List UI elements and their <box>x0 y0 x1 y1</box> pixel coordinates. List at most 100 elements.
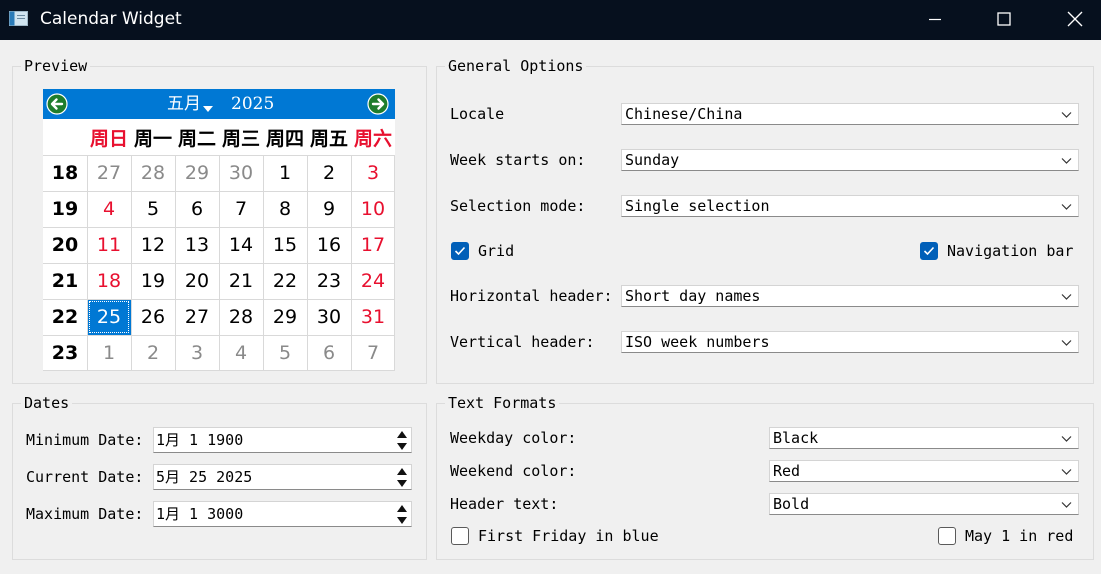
week-start-label: Week starts on: <box>450 151 586 169</box>
arrow-up-icon <box>397 468 407 475</box>
day-cell[interactable]: 29 <box>263 299 307 335</box>
grid-checkbox[interactable] <box>451 242 469 260</box>
header-text-combobox[interactable]: Bold <box>769 493 1079 515</box>
day-cell[interactable]: 8 <box>263 191 307 227</box>
day-header-cell: 周五 <box>309 127 348 150</box>
may-first-red-checkbox[interactable] <box>938 527 956 545</box>
grid-line <box>43 263 395 264</box>
day-cell[interactable]: 27 <box>87 155 131 191</box>
current-date-edit[interactable]: 5月 25 2025 <box>153 464 412 490</box>
checkmark-icon <box>923 246 935 256</box>
day-cell[interactable]: 11 <box>87 227 131 263</box>
calendar-widget[interactable]: 五月 2025 周日 周一 周二 周三 周四 周五 周六 18 27 28 29 30 1 2 3 19 4 5 6… <box>43 89 395 371</box>
day-cell[interactable]: 14 <box>219 227 263 263</box>
day-cell[interactable]: 30 <box>307 299 351 335</box>
weekend-color-combobox[interactable]: Red <box>769 460 1079 482</box>
day-cell[interactable]: 23 <box>307 263 351 299</box>
vertical-header-combobox[interactable]: ISO week numbers <box>621 331 1079 353</box>
grid-line <box>43 191 395 192</box>
week-start-combobox[interactable]: Sunday <box>621 149 1079 171</box>
first-friday-blue-label[interactable]: First Friday in blue <box>478 526 659 546</box>
selected-day-cell[interactable]: 25 <box>87 299 131 335</box>
header-text-value: Bold <box>773 495 810 513</box>
arrow-down-icon <box>397 480 407 487</box>
minimum-date-up-button[interactable] <box>394 429 410 440</box>
day-cell[interactable]: 20 <box>175 263 219 299</box>
day-header-cell: 周六 <box>353 127 392 150</box>
calendar-month-button[interactable]: 五月 <box>167 89 201 119</box>
day-cell[interactable]: 31 <box>351 299 395 335</box>
close-icon <box>1067 11 1083 27</box>
day-cell[interactable]: 30 <box>219 155 263 191</box>
minimize-button[interactable] <box>912 0 958 38</box>
minimum-date-down-button[interactable] <box>394 441 410 452</box>
arrow-right-icon[interactable] <box>367 93 389 115</box>
day-cell[interactable]: 6 <box>307 335 351 371</box>
selection-mode-combobox[interactable]: Single selection <box>621 195 1079 217</box>
day-cell[interactable]: 1 <box>87 335 131 371</box>
day-cell[interactable]: 22 <box>263 263 307 299</box>
day-cell[interactable]: 4 <box>87 191 131 227</box>
calendar-corner-cell <box>43 119 87 155</box>
day-cell[interactable]: 4 <box>219 335 263 371</box>
day-cell[interactable]: 2 <box>131 335 175 371</box>
selection-mode-label: Selection mode: <box>450 197 586 215</box>
grid-line <box>43 335 395 336</box>
day-cell[interactable]: 19 <box>131 263 175 299</box>
day-cell[interactable]: 7 <box>219 191 263 227</box>
first-friday-blue-checkbox[interactable] <box>451 527 469 545</box>
navigation-bar-label[interactable]: Navigation bar <box>947 241 1073 261</box>
minimize-icon <box>929 18 941 21</box>
minimum-date-edit[interactable]: 1月 1 1900 <box>153 427 412 453</box>
day-cell[interactable]: 13 <box>175 227 219 263</box>
maximum-date-edit[interactable]: 1月 1 3000 <box>153 501 412 527</box>
day-cell[interactable]: 5 <box>263 335 307 371</box>
text-formats-group-title: Text Formats <box>445 394 560 412</box>
day-cell[interactable]: 21 <box>219 263 263 299</box>
day-cell[interactable]: 16 <box>307 227 351 263</box>
maximize-button[interactable] <box>981 0 1027 38</box>
grid-line <box>43 155 395 156</box>
weekday-color-combobox[interactable]: Black <box>769 427 1079 449</box>
app-window-icon <box>9 11 28 26</box>
day-cell[interactable]: 2 <box>307 155 351 191</box>
day-cell[interactable]: 28 <box>219 299 263 335</box>
day-cell[interactable]: 26 <box>131 299 175 335</box>
day-cell[interactable]: 6 <box>175 191 219 227</box>
day-cell[interactable]: 1 <box>263 155 307 191</box>
day-cell[interactable]: 12 <box>131 227 175 263</box>
locale-combobox[interactable]: Chinese/China <box>621 103 1079 125</box>
chevron-down-icon <box>1061 158 1072 164</box>
day-cell[interactable]: 7 <box>351 335 395 371</box>
grid-label[interactable]: Grid <box>478 241 514 261</box>
day-cell[interactable]: 10 <box>351 191 395 227</box>
horizontal-header-combobox[interactable]: Short day names <box>621 285 1079 307</box>
calendar-year-button[interactable]: 2025 <box>231 89 274 119</box>
day-cell[interactable]: 29 <box>175 155 219 191</box>
day-cell[interactable]: 3 <box>175 335 219 371</box>
close-button[interactable] <box>1052 0 1098 38</box>
grid-line <box>43 370 395 371</box>
locale-label: Locale <box>450 105 505 123</box>
day-cell[interactable]: 3 <box>351 155 395 191</box>
day-cell[interactable]: 27 <box>175 299 219 335</box>
day-cell[interactable]: 15 <box>263 227 307 263</box>
locale-value: Chinese/China <box>625 105 743 123</box>
maximum-date-up-button[interactable] <box>394 503 410 514</box>
current-date-up-button[interactable] <box>394 466 410 477</box>
may-first-red-label[interactable]: May 1 in red <box>965 526 1073 546</box>
current-date-down-button[interactable] <box>394 478 410 489</box>
arrow-left-icon[interactable] <box>46 93 68 115</box>
day-cell[interactable]: 5 <box>131 191 175 227</box>
day-cell[interactable]: 17 <box>351 227 395 263</box>
maximum-date-down-button[interactable] <box>394 515 410 526</box>
chevron-down-icon <box>1061 436 1072 442</box>
day-cell[interactable]: 18 <box>87 263 131 299</box>
day-cell[interactable]: 28 <box>131 155 175 191</box>
checkmark-icon <box>454 246 466 256</box>
day-cell[interactable]: 9 <box>307 191 351 227</box>
navigation-bar-checkbox[interactable] <box>920 242 938 260</box>
maximum-date-label: Maximum Date: <box>26 505 144 523</box>
day-cell[interactable]: 24 <box>351 263 395 299</box>
weekend-color-value: Red <box>773 462 801 480</box>
